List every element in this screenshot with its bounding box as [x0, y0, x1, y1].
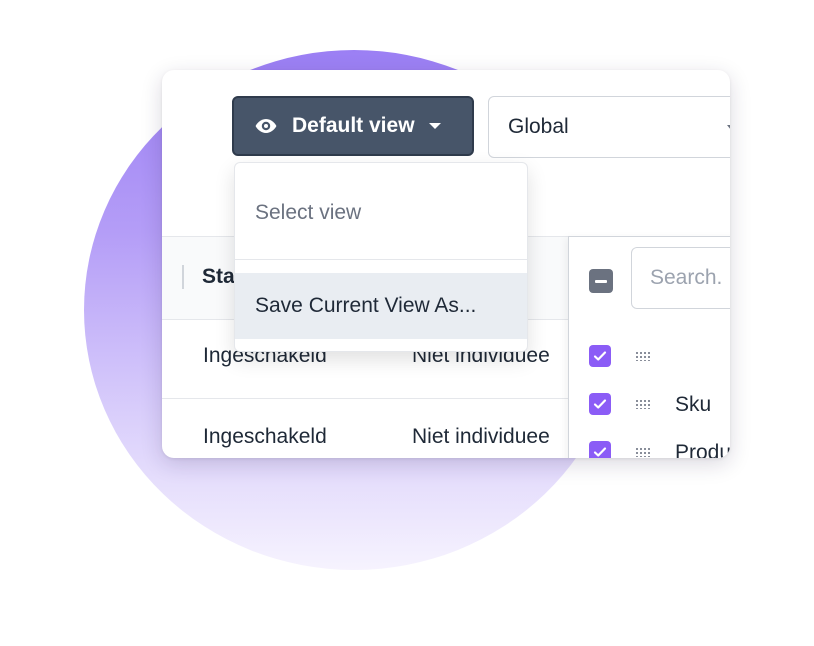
- menu-divider: [235, 259, 527, 260]
- cell-type: Niet individuee: [412, 425, 550, 448]
- app-card: Default view Global Sta Ingeschakeld Nie…: [162, 70, 730, 458]
- view-button-label: Default view: [292, 114, 415, 137]
- chevron-down-icon: [428, 123, 441, 129]
- column-item-label: Sku: [675, 393, 712, 416]
- scope-select[interactable]: Global: [488, 96, 730, 158]
- save-view-as-label: Save Current View As...: [255, 294, 477, 317]
- checkbox-checked-icon[interactable]: [589, 345, 611, 367]
- column-item[interactable]: Sku: [589, 391, 730, 421]
- column-header-status[interactable]: Sta: [202, 265, 235, 289]
- select-view-placeholder[interactable]: Select view: [255, 201, 361, 225]
- view-dropdown-menu: Select view Save Current View As...: [234, 162, 528, 352]
- scope-select-value: Global: [508, 115, 569, 138]
- select-caret-icon: [727, 125, 730, 130]
- default-view-button[interactable]: Default view: [232, 96, 474, 156]
- drag-handle-icon[interactable]: [635, 447, 651, 457]
- column-item[interactable]: [589, 343, 730, 373]
- column-resize-handle[interactable]: [182, 265, 184, 289]
- select-all-toggle[interactable]: [589, 269, 613, 293]
- save-view-as-menu-item[interactable]: Save Current View As...: [235, 273, 527, 339]
- column-search-input[interactable]: [631, 247, 730, 309]
- column-chooser-panel: Sku Produ: [568, 236, 730, 458]
- drag-handle-icon[interactable]: [635, 399, 651, 409]
- checkbox-checked-icon[interactable]: [589, 441, 611, 458]
- drag-handle-icon[interactable]: [635, 351, 651, 361]
- column-item[interactable]: Produ: [589, 439, 730, 458]
- checkbox-checked-icon[interactable]: [589, 393, 611, 415]
- cell-status: Ingeschakeld: [203, 425, 327, 448]
- column-item-label: Produ: [675, 441, 730, 458]
- eye-icon: [255, 119, 277, 133]
